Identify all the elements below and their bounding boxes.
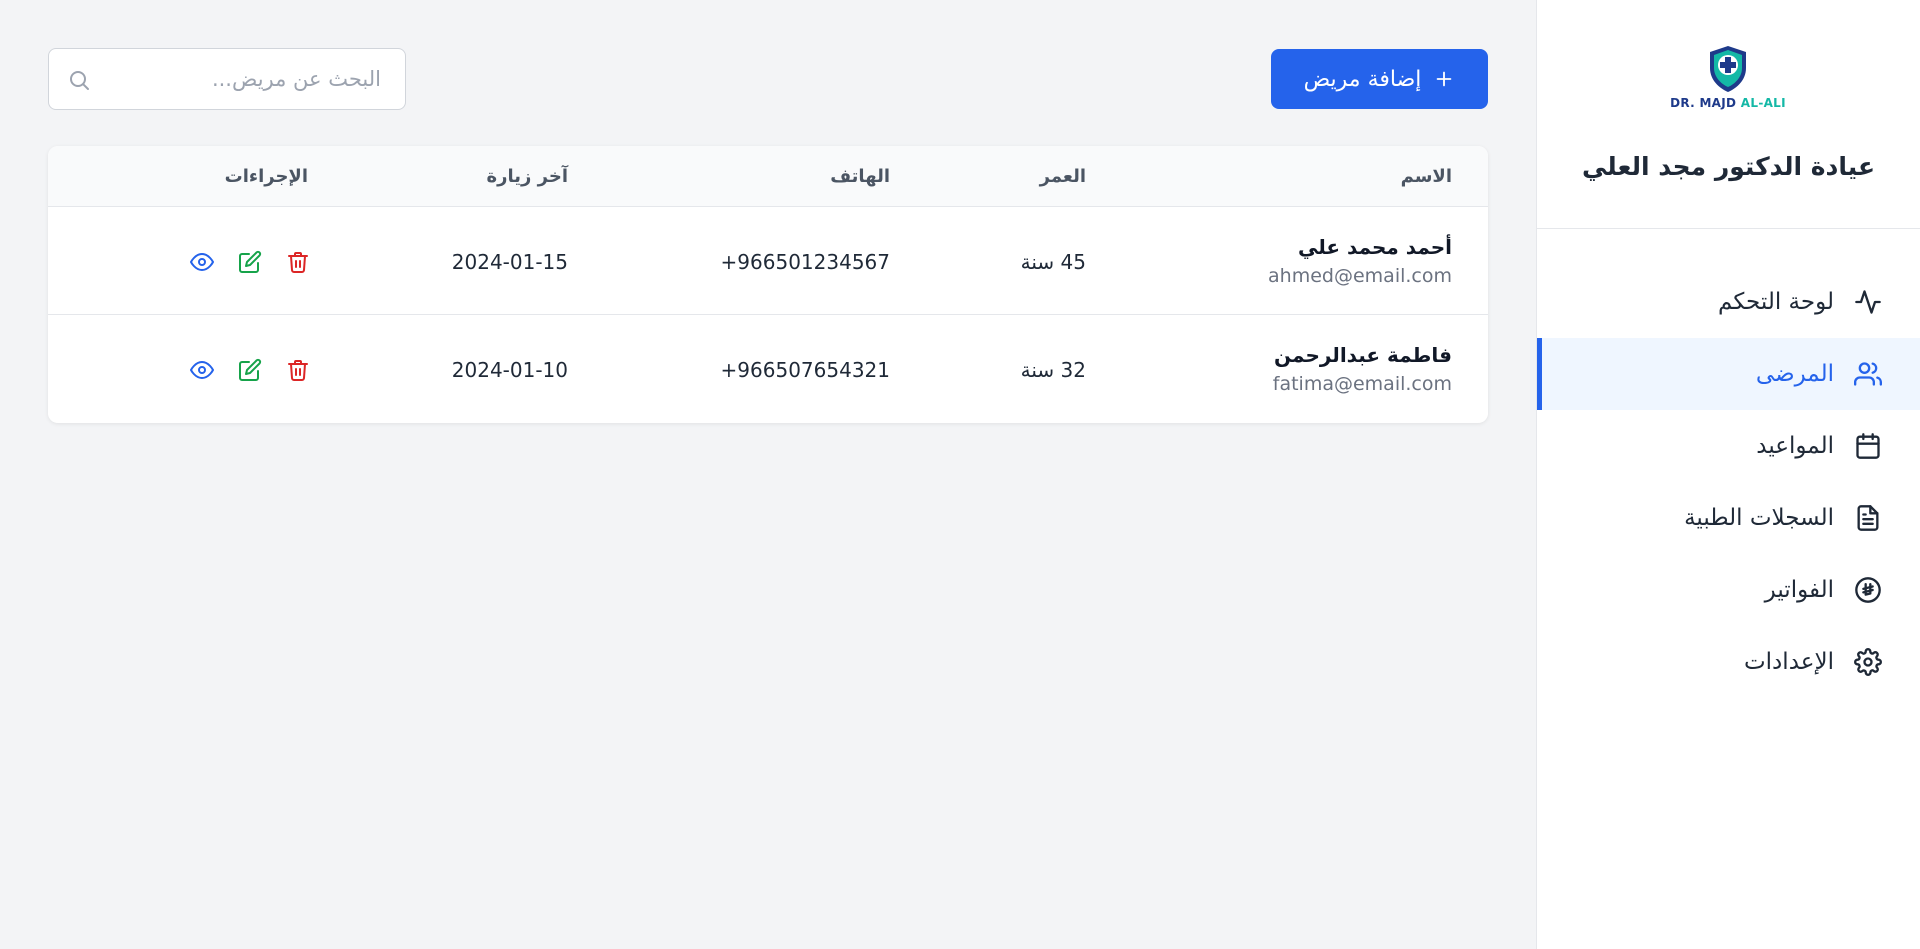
calendar-icon xyxy=(1852,430,1884,462)
sidebar-item-appointments[interactable]: المواعيد xyxy=(1537,410,1920,482)
plus-icon xyxy=(1437,71,1452,87)
header-age: العمر xyxy=(1039,166,1086,187)
search-input[interactable] xyxy=(49,49,405,109)
header-actions: الإجراءات xyxy=(224,166,308,187)
header-phone: الهاتف xyxy=(830,166,890,187)
add-patient-button[interactable]: إضافة مريض xyxy=(1271,49,1488,109)
edit-icon[interactable] xyxy=(238,358,262,382)
patient-last-visit: 2024-01-15 xyxy=(451,250,568,274)
sidebar-nav: لوحة التحكم المرضى المواعيد السجلات الطب… xyxy=(1537,266,1920,698)
patient-email: fatima@email.com xyxy=(1272,373,1452,395)
clinic-name: عيادة الدكتور مجد العلي xyxy=(1581,152,1876,181)
patient-name: أحمد محمد علي xyxy=(1298,235,1452,259)
patient-name: فاطمة عبدالرحمن xyxy=(1274,343,1452,367)
delete-trash-icon[interactable] xyxy=(286,250,310,274)
patient-last-visit: 2024-01-10 xyxy=(451,358,568,382)
sidebar-item-label: المواعيد xyxy=(1756,433,1834,459)
document-icon xyxy=(1852,502,1884,534)
logo-text: DR. MAJD AL-ALI xyxy=(1670,96,1786,110)
row-actions xyxy=(190,250,310,274)
sidebar-brand: DR. MAJD AL-ALI عيادة الدكتور مجد العلي xyxy=(1537,0,1920,229)
table-header: الاسم العمر الهاتف آخر زيارة الإجراءات xyxy=(48,146,1488,206)
patient-email: ahmed@email.com xyxy=(1268,265,1452,287)
patient-phone: 966501234567+ xyxy=(720,250,890,274)
view-eye-icon[interactable] xyxy=(190,250,214,274)
clinic-logo[interactable]: DR. MAJD AL-ALI xyxy=(1670,44,1786,116)
sidebar-item-label: لوحة التحكم xyxy=(1718,289,1834,315)
sidebar-item-medical-records[interactable]: السجلات الطبية xyxy=(1537,482,1920,554)
patient-age: 32 سنة xyxy=(1020,358,1086,382)
edit-icon[interactable] xyxy=(238,250,262,274)
view-eye-icon[interactable] xyxy=(190,358,214,382)
patient-age: 45 سنة xyxy=(1020,250,1086,274)
patients-table: الاسم العمر الهاتف آخر زيارة الإجراءات أ… xyxy=(48,146,1488,423)
sidebar: DR. MAJD AL-ALI عيادة الدكتور مجد العلي … xyxy=(1536,0,1920,949)
gear-icon xyxy=(1852,646,1884,678)
search-box xyxy=(48,48,406,110)
delete-trash-icon[interactable] xyxy=(286,358,310,382)
sidebar-item-label: المرضى xyxy=(1755,361,1834,387)
header-name: الاسم xyxy=(1400,166,1452,187)
sidebar-item-label: السجلات الطبية xyxy=(1684,505,1834,531)
add-patient-label: إضافة مريض xyxy=(1303,66,1422,92)
sidebar-item-label: الإعدادات xyxy=(1744,649,1834,675)
header-last-visit: آخر زيارة xyxy=(486,166,568,187)
search-icon xyxy=(70,71,89,90)
sidebar-item-label: الفواتير xyxy=(1764,577,1834,603)
sidebar-item-settings[interactable]: الإعدادات xyxy=(1537,626,1920,698)
row-actions xyxy=(190,358,310,382)
table-row: أحمد محمد علي ahmed@email.com 45 سنة 966… xyxy=(48,206,1488,314)
sidebar-item-dashboard[interactable]: لوحة التحكم xyxy=(1537,266,1920,338)
main-content: إضافة مريض الاسم العمر الهاتف آخر زيارة … xyxy=(0,0,1536,949)
users-icon xyxy=(1852,358,1884,390)
sidebar-item-invoices[interactable]: الفواتير xyxy=(1537,554,1920,626)
patient-phone: 966507654321+ xyxy=(720,358,890,382)
currency-icon xyxy=(1852,574,1884,606)
activity-icon xyxy=(1852,286,1884,318)
table-row: فاطمة عبدالرحمن fatima@email.com 32 سنة … xyxy=(48,314,1488,422)
sidebar-item-patients[interactable]: المرضى xyxy=(1537,338,1920,410)
medical-shield-icon xyxy=(1710,46,1746,92)
